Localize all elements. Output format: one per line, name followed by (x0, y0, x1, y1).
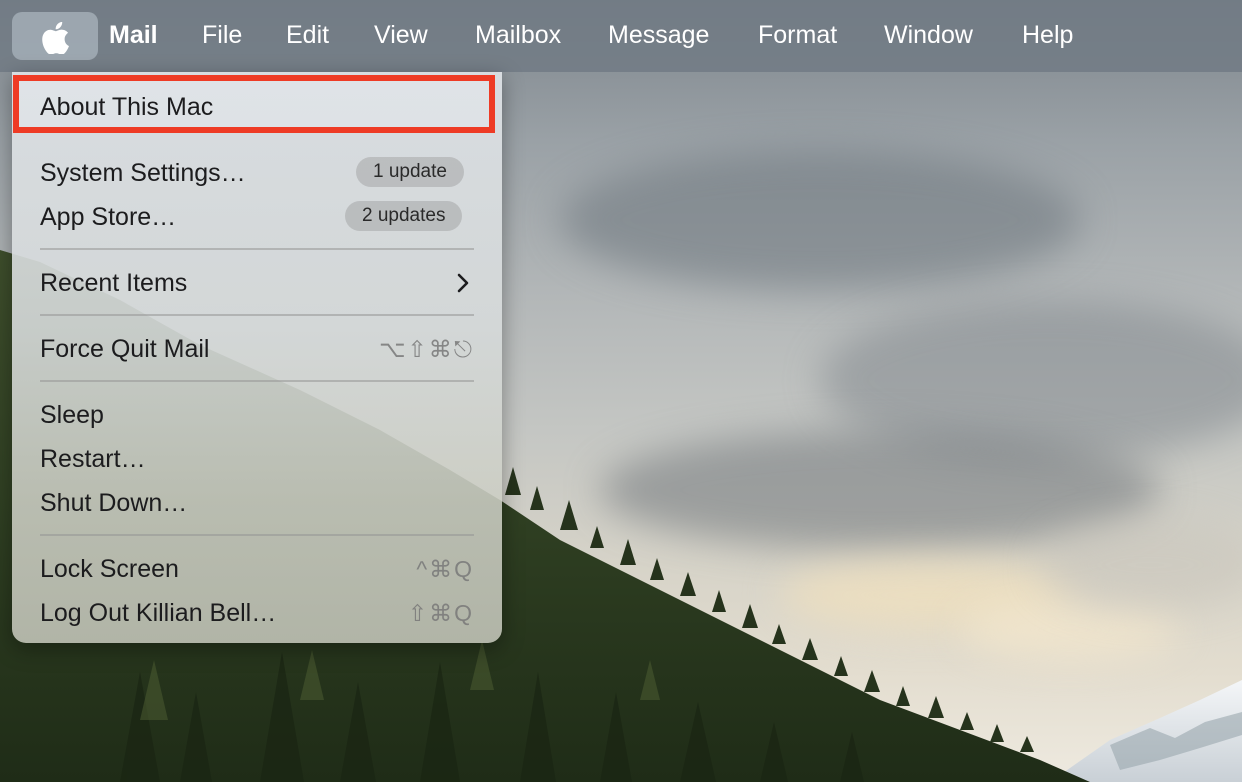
apple-menu-dropdown: About This Mac System Settings… 1 update… (12, 72, 502, 643)
menu-item-about-this-mac[interactable]: About This Mac (40, 90, 213, 124)
menu-file[interactable]: File (202, 18, 242, 52)
menu-mailbox[interactable]: Mailbox (475, 18, 561, 52)
menu-app-name[interactable]: Mail (109, 18, 158, 52)
keyboard-shortcut: ^⌘Q (416, 556, 474, 582)
apple-menu-button[interactable] (12, 12, 98, 60)
update-badge: 1 update (356, 157, 464, 187)
menu-item-sleep[interactable]: Sleep (40, 398, 104, 432)
menu-item-recent-items[interactable]: Recent Items (40, 266, 187, 300)
menu-separator (40, 380, 474, 382)
menu-item-system-settings[interactable]: System Settings… (40, 156, 246, 190)
menu-help[interactable]: Help (1022, 18, 1073, 52)
menu-bar: Mail File Edit View Mailbox Message Form… (0, 0, 1242, 72)
menu-separator (40, 534, 474, 536)
menu-item-restart[interactable]: Restart… (40, 442, 146, 476)
menu-message[interactable]: Message (608, 18, 709, 52)
menu-item-log-out[interactable]: Log Out Killian Bell… (40, 596, 276, 630)
keyboard-shortcut: ⌥⇧⌘⎋ (379, 336, 474, 362)
keyboard-shortcut: ⇧⌘Q (407, 600, 474, 626)
menu-item-lock-screen[interactable]: Lock Screen (40, 552, 179, 586)
menu-item-force-quit[interactable]: Force Quit Mail (40, 332, 209, 366)
menu-format[interactable]: Format (758, 18, 837, 52)
menu-window[interactable]: Window (884, 18, 973, 52)
menu-edit[interactable]: Edit (286, 18, 329, 52)
menu-view[interactable]: View (374, 18, 428, 52)
menu-item-app-store[interactable]: App Store… (40, 200, 176, 234)
chevron-right-icon (457, 273, 469, 293)
menu-separator (40, 314, 474, 316)
apple-logo-icon (42, 22, 69, 54)
desktop: Mail File Edit View Mailbox Message Form… (0, 0, 1242, 782)
menu-item-shut-down[interactable]: Shut Down… (40, 486, 187, 520)
menu-separator (40, 248, 474, 250)
update-badge: 2 updates (345, 201, 463, 231)
